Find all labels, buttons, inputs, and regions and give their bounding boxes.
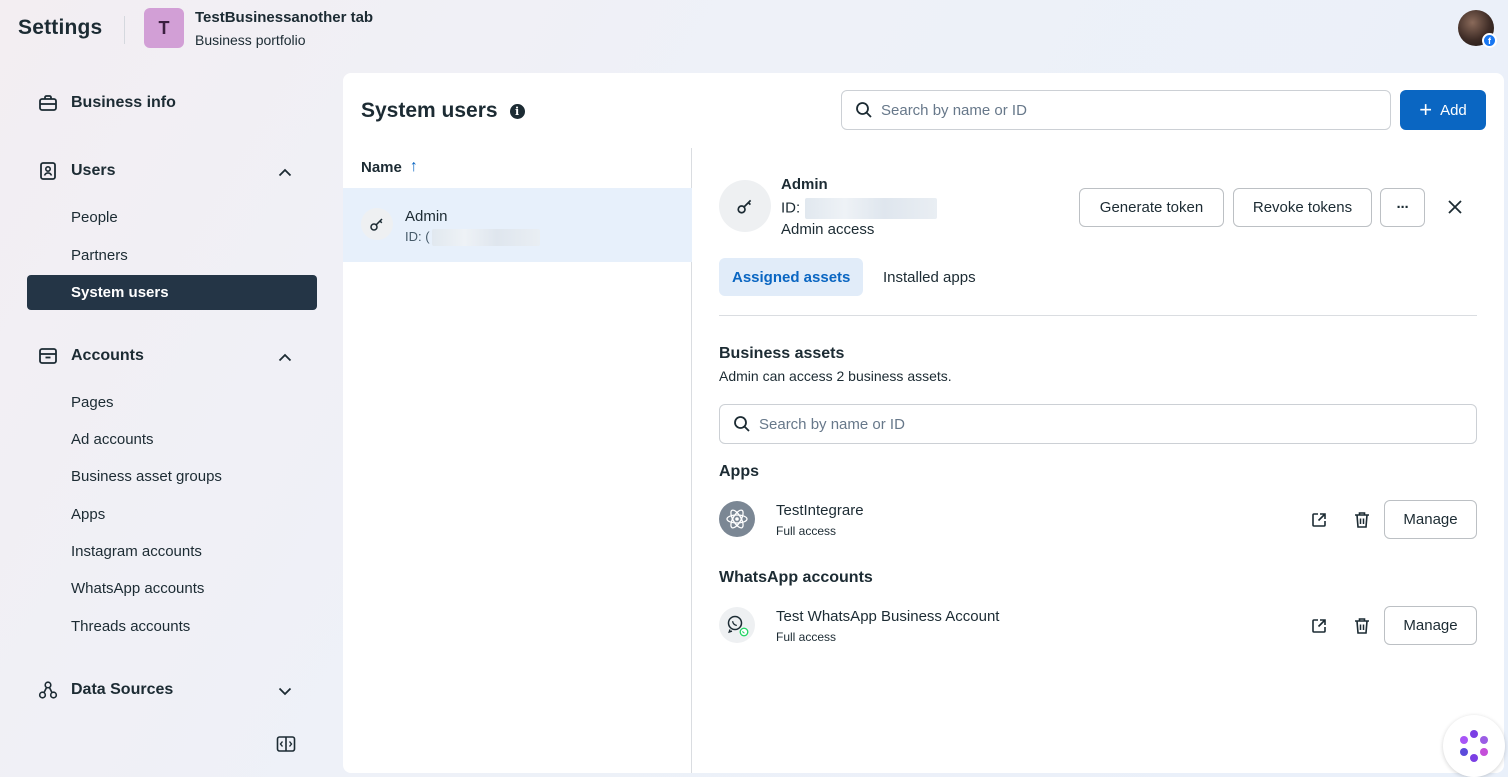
app-access-level: Full access bbox=[776, 524, 837, 538]
plus-icon: + bbox=[1419, 97, 1433, 122]
asset-row-whatsapp: Test WhatsApp Business Account Full acce… bbox=[719, 605, 1477, 649]
close-icon[interactable] bbox=[1445, 197, 1465, 217]
search-icon bbox=[734, 416, 750, 432]
sidebar-label-data-sources: Data Sources bbox=[71, 681, 174, 698]
business-name[interactable]: TestBusinessanother tab bbox=[195, 9, 373, 26]
header-divider bbox=[124, 16, 125, 44]
detail-user-role: Admin access bbox=[781, 221, 875, 238]
trash-icon[interactable] bbox=[1353, 510, 1371, 530]
system-users-title: System users bbox=[361, 99, 498, 122]
sort-arrow-icon: ↑ bbox=[409, 158, 418, 175]
whatsapp-account-name: Test WhatsApp Business Account bbox=[776, 608, 1000, 625]
users-list: Name ↑ Admin ID: ( bbox=[343, 148, 692, 773]
apps-heading: Apps bbox=[719, 463, 759, 480]
sidebar-label-business-info: Business info bbox=[71, 94, 176, 111]
atom-app-icon bbox=[719, 501, 755, 537]
profile-avatar[interactable]: f bbox=[1458, 10, 1497, 48]
tab-assigned-assets[interactable]: Assigned assets bbox=[719, 258, 864, 296]
sidebar-section-data-sources[interactable]: Data Sources bbox=[38, 680, 173, 700]
whatsapp-icon bbox=[719, 607, 755, 643]
chevron-up-icon[interactable] bbox=[275, 347, 295, 367]
more-options-button[interactable]: ··· bbox=[1380, 188, 1425, 227]
chevron-down-icon[interactable] bbox=[275, 681, 295, 701]
sidebar-label-users: Users bbox=[71, 162, 116, 179]
business-subtitle: Business portfolio bbox=[195, 32, 306, 48]
sidebar-item-apps[interactable]: Apps bbox=[71, 506, 105, 523]
detail-user-name: Admin bbox=[781, 176, 828, 193]
tab-installed-apps[interactable]: Installed apps bbox=[870, 258, 989, 296]
external-link-icon[interactable] bbox=[1310, 511, 1328, 529]
sidebar-item-people[interactable]: People bbox=[71, 209, 118, 226]
sidebar-section-accounts[interactable]: Accounts bbox=[38, 346, 144, 366]
sidebar-label-accounts: Accounts bbox=[71, 347, 144, 364]
key-icon bbox=[719, 180, 771, 232]
revoke-tokens-button[interactable]: Revoke tokens bbox=[1233, 188, 1372, 227]
assets-search-box[interactable] bbox=[719, 404, 1477, 444]
key-icon bbox=[361, 208, 393, 240]
page-title: Settings bbox=[18, 16, 103, 39]
manage-whatsapp-button[interactable]: Manage bbox=[1384, 606, 1477, 645]
add-button-label: Add bbox=[1440, 101, 1467, 119]
external-link-icon[interactable] bbox=[1310, 617, 1328, 635]
app-name: TestIntegrare bbox=[776, 502, 864, 519]
facebook-badge-icon: f bbox=[1482, 33, 1497, 48]
info-icon[interactable]: i bbox=[509, 103, 525, 119]
name-column-header[interactable]: Name ↑ bbox=[361, 158, 418, 176]
assets-search-input[interactable] bbox=[759, 415, 1402, 433]
generate-token-button[interactable]: Generate token bbox=[1079, 188, 1224, 227]
whatsapp-accounts-heading: WhatsApp accounts bbox=[719, 569, 873, 586]
manage-app-button[interactable]: Manage bbox=[1384, 500, 1477, 539]
business-assets-subtitle: Admin can access 2 business assets. bbox=[719, 368, 952, 384]
sidebar-section-users[interactable]: Users bbox=[38, 161, 115, 181]
redacted-id bbox=[431, 229, 540, 247]
asset-row-app: TestIntegrare Full access Manage bbox=[719, 499, 1477, 543]
add-button[interactable]: + Add bbox=[1400, 90, 1486, 130]
sidebar-item-business-info[interactable]: Business info bbox=[38, 93, 176, 113]
sidebar-item-whatsapp-accounts[interactable]: WhatsApp accounts bbox=[71, 580, 204, 597]
sparkle-flower-icon bbox=[1460, 730, 1488, 762]
sidebar: Business info Users People Partners Syst… bbox=[0, 72, 335, 777]
archive-box-icon bbox=[38, 346, 58, 366]
sidebar-item-business-asset-groups[interactable]: Business asset groups bbox=[71, 468, 222, 485]
sidebar-item-instagram-accounts[interactable]: Instagram accounts bbox=[71, 543, 202, 560]
sidebar-item-partners[interactable]: Partners bbox=[71, 247, 128, 264]
list-item-id: ID: ( bbox=[405, 229, 540, 247]
detail-id-label: ID: bbox=[781, 199, 801, 217]
assistant-sparkle-button[interactable] bbox=[1443, 715, 1505, 777]
search-icon bbox=[856, 102, 872, 118]
id-badge-icon bbox=[38, 161, 58, 181]
user-detail-panel: Admin ID: Admin access Generate token Re… bbox=[719, 148, 1479, 773]
list-item-id-label: ID: ( bbox=[405, 229, 430, 244]
business-avatar[interactable]: T bbox=[144, 8, 184, 48]
sidebar-item-ad-accounts[interactable]: Ad accounts bbox=[71, 431, 154, 448]
search-box[interactable] bbox=[841, 90, 1391, 130]
whatsapp-access-level: Full access bbox=[776, 630, 837, 644]
name-column-label: Name bbox=[361, 158, 402, 176]
search-input[interactable] bbox=[881, 101, 1347, 119]
redacted-id bbox=[805, 198, 938, 219]
data-sources-icon bbox=[38, 680, 58, 700]
collapse-sidebar-icon[interactable] bbox=[276, 735, 296, 755]
top-bar: Settings T TestBusinessanother tab Busin… bbox=[0, 0, 1508, 62]
sidebar-item-system-users[interactable]: System users bbox=[27, 275, 317, 310]
trash-icon[interactable] bbox=[1353, 616, 1371, 636]
main-card: System users i + Add Name ↑ Admin ID: ( bbox=[343, 73, 1504, 773]
sidebar-item-threads-accounts[interactable]: Threads accounts bbox=[71, 618, 190, 635]
business-assets-heading: Business assets bbox=[719, 345, 845, 362]
chevron-up-icon[interactable] bbox=[275, 162, 295, 182]
sidebar-item-pages[interactable]: Pages bbox=[71, 394, 114, 411]
divider bbox=[719, 315, 1477, 316]
list-item[interactable]: Admin ID: ( bbox=[343, 188, 692, 262]
detail-user-id: ID: bbox=[781, 198, 938, 219]
list-item-name: Admin bbox=[405, 208, 448, 225]
section-title: System users i bbox=[361, 99, 525, 123]
briefcase-icon bbox=[38, 93, 58, 113]
